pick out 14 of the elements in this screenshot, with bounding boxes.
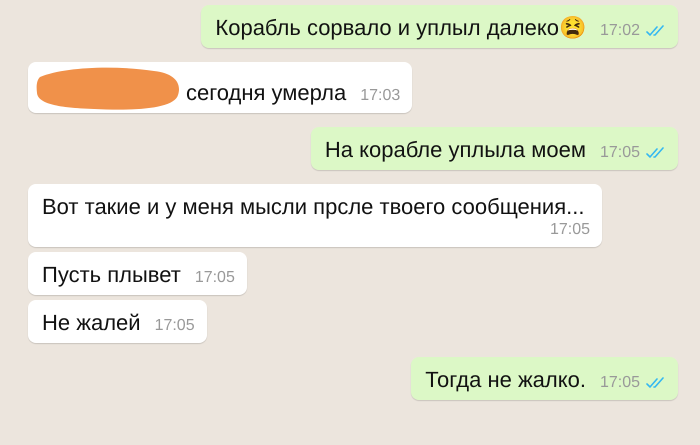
message-time: 17:05	[154, 317, 195, 335]
message-time: 17:03	[360, 87, 400, 105]
message-time: 17:05	[600, 374, 640, 392]
message-time: 17:05	[550, 221, 590, 239]
message-text: Вот такие и у меня мысли прсле твоего сообщения...	[42, 193, 584, 221]
message-text: На корабле уплыла моем	[324, 136, 586, 164]
message-text: Корабль сорвало и уплыл далеко😫	[215, 14, 586, 42]
message-time: 17:05	[194, 269, 235, 287]
message-text: Не жалей	[42, 309, 141, 337]
message-text: Пусть плывет	[42, 261, 181, 289]
message-text: сегодня умерла	[186, 79, 346, 107]
message-time: 17:02	[600, 22, 640, 40]
message-text: Тогда не жалко.	[425, 366, 586, 394]
message-time: 17:05	[600, 144, 640, 162]
